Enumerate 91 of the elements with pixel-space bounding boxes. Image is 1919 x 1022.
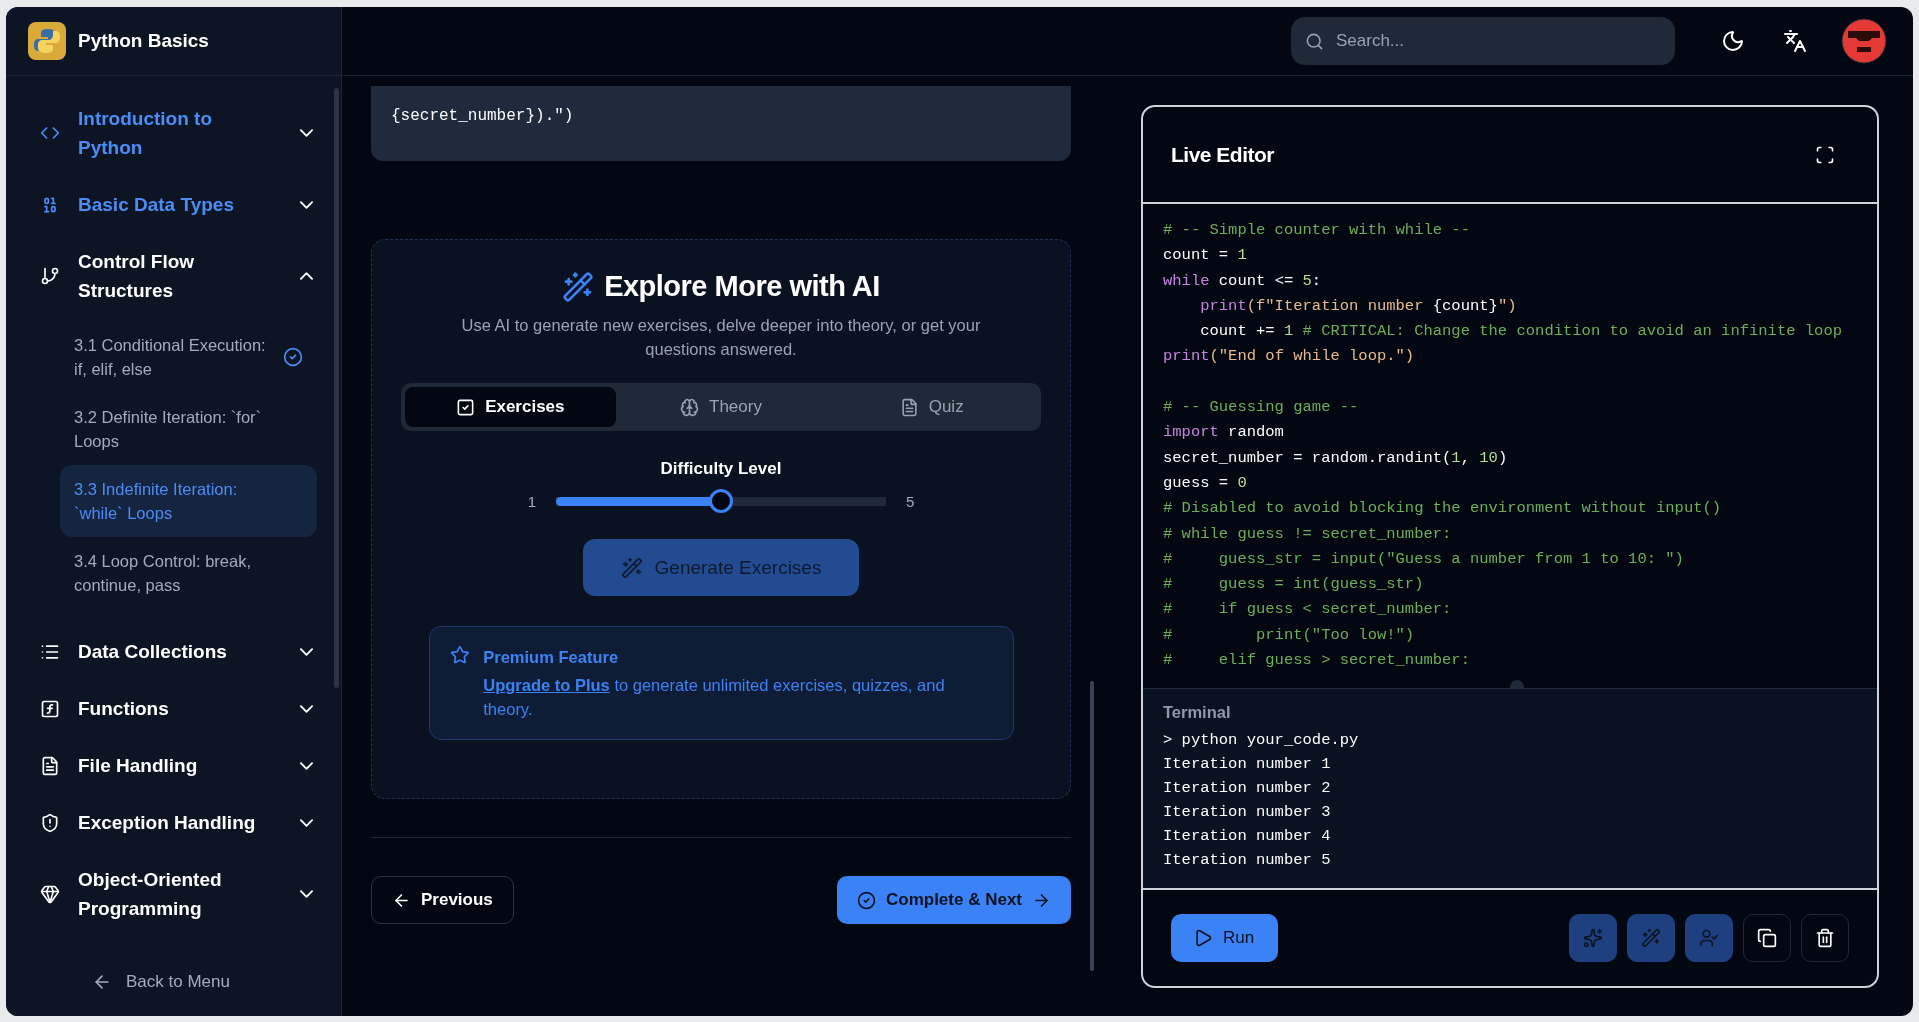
code-line: # Disabled to avoid blocking the environment without input() (1163, 498, 1723, 520)
sidebar-section[interactable]: Exception Handling (32, 794, 317, 851)
lesson-item[interactable]: 3.1 Conditional Execution: if, elif, else (60, 321, 317, 393)
sidebar-section[interactable]: Control Flow Structures (32, 233, 317, 319)
chevron-icon (300, 704, 313, 713)
run-button[interactable]: Run (1171, 914, 1279, 962)
editor-title: Live Editor (1171, 142, 1275, 167)
slider-max: 5 (906, 492, 915, 510)
code-line: # -- Guessing game -- (1163, 397, 1360, 419)
copy-icon (1757, 928, 1777, 948)
sidebar-section[interactable]: Basic Data Types (32, 176, 317, 233)
star-icon (449, 645, 470, 665)
lesson-item[interactable]: 3.2 Definite Iteration: `for` Loops (60, 393, 317, 465)
premium-title: Premium Feature (483, 647, 620, 668)
lesson-item[interactable]: 3.3 Indefinite Iteration: `while` Loops (60, 465, 317, 537)
tab[interactable]: Theory (615, 387, 827, 427)
section-icon (40, 812, 60, 833)
code-line: guess = 0 (1163, 472, 1248, 494)
code-line: while count <= 5: (1163, 270, 1323, 292)
play-icon (1193, 928, 1213, 948)
terminal-line: Iteration number 5 (1163, 850, 1332, 871)
previous-button[interactable]: Previous (371, 876, 514, 924)
sidebar-section[interactable]: Object-Oriented Programming (32, 851, 317, 937)
terminal-line: Iteration number 3 (1163, 802, 1332, 823)
code-line: # print("Too low!") (1163, 624, 1416, 646)
chevron-icon (300, 272, 313, 280)
sidebar-section[interactable]: Data Collections (32, 623, 317, 680)
search-input[interactable]: Search... (1334, 30, 1661, 52)
avatar-icon[interactable] (1841, 18, 1887, 64)
sidebar-section[interactable]: Functions (32, 680, 317, 737)
chevron-icon (300, 761, 313, 770)
wand-icon (562, 270, 595, 303)
terminal-title: Terminal (1163, 703, 1232, 722)
slider-min: 1 (527, 492, 536, 510)
terminal-line: > python your_code.py (1163, 730, 1360, 751)
chevron-icon (300, 200, 313, 209)
tab[interactable]: Exercises (405, 387, 616, 427)
wand-icon (620, 556, 643, 579)
trash-icon (1815, 928, 1835, 948)
wand-icon (1641, 928, 1661, 948)
slider-label: Difficulty Level (660, 459, 782, 479)
app-title: Python Basics (78, 30, 209, 52)
section-icon (40, 698, 60, 719)
moon-icon (1721, 29, 1745, 53)
brain-icon (680, 397, 700, 417)
upgrade-link[interactable]: Upgrade to Plus (483, 676, 610, 694)
logo-icon (28, 22, 66, 60)
code-line: print(f"Iteration number {count}") (1199, 295, 1518, 317)
chevron-icon (300, 129, 313, 137)
code-line: # elif guess > secret_number: (1163, 650, 1471, 672)
code-line: # while guess != secret_number: (1163, 523, 1453, 545)
terminal-line: Iteration number 1 (1163, 754, 1332, 775)
code-line: # -- Simple counter with while -- (1163, 220, 1471, 241)
section-icon (40, 755, 60, 776)
check-circle-icon (856, 890, 876, 910)
terminal-line: Iteration number 4 (1163, 826, 1332, 847)
code-line: # if guess < secret_number: (1163, 599, 1453, 621)
slider-thumb[interactable] (709, 489, 733, 513)
user-check-icon (1699, 928, 1719, 948)
tab[interactable]: Quiz (826, 387, 1037, 427)
code-line: count += 1 # CRITICAL: Change the condition to avoid an infinite loop (1199, 321, 1844, 343)
lesson-item[interactable]: 3.4 Loop Control: break, continue, pass (60, 537, 317, 609)
sidebar-section[interactable]: Introduction to Python (32, 90, 317, 176)
premium-text: Upgrade to Plus to generate unlimited exercises, quizzes, and theory. (483, 675, 946, 720)
chevron-icon (300, 647, 313, 656)
section-icon (40, 266, 60, 286)
code-line: # guess = int(guess_str) (1163, 574, 1425, 596)
code-line: import random (1163, 422, 1285, 444)
chevron-icon (300, 890, 313, 898)
back-link[interactable]: Back to Menu (32, 958, 317, 1016)
panel-title: Explore More with AI (604, 270, 880, 303)
search-field[interactable]: Search... (1291, 17, 1675, 65)
terminal-line: Iteration number 2 (1163, 778, 1332, 799)
code-line: count = 1 (1163, 245, 1248, 267)
section-icon (40, 884, 60, 904)
translate-icon (1783, 29, 1807, 53)
checkbox-icon (456, 397, 476, 417)
sidebar-section[interactable]: File Handling (32, 737, 317, 794)
code-line: secret_number = random.randint(1, 10) (1163, 447, 1509, 469)
fullscreen-icon (1815, 144, 1835, 165)
search-icon (1305, 31, 1324, 51)
panel-description: Use AI to generate new exercises, delve deeper into theory, or get your questions answered. (460, 315, 982, 360)
sparkles-icon (1583, 928, 1603, 948)
complete-next-button[interactable]: Complete & Next (836, 876, 1071, 924)
toolbar-button[interactable] (1743, 914, 1791, 962)
document-icon (899, 397, 919, 417)
code-line: # guess_str = input("Guess a number from 1 to 10: ") (1163, 548, 1685, 570)
code-line: {secret_number}).") (391, 106, 575, 127)
chevron-icon (300, 818, 313, 827)
toolbar-button[interactable] (1801, 914, 1849, 962)
code-line: print("End of while loop.") (1163, 346, 1416, 368)
